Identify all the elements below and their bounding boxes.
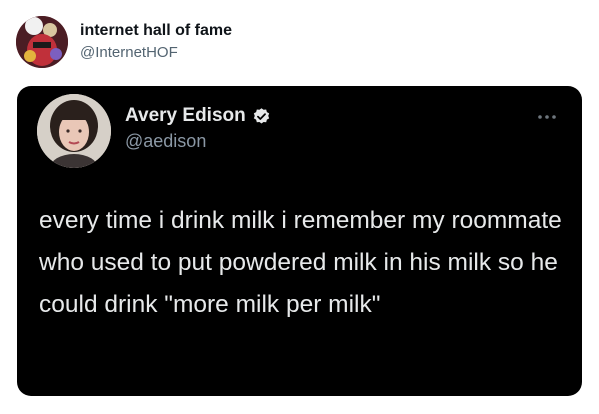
tweet-text: every time i drink milk i remember my ro… (39, 207, 562, 318)
outer-avatar[interactable] (16, 16, 68, 68)
inner-avatar[interactable] (37, 94, 111, 168)
inner-name-row: Avery Edison (125, 104, 271, 128)
outer-post-header: internet hall of fame @InternetHOF (16, 16, 576, 70)
inner-display-name[interactable]: Avery Edison (125, 105, 246, 127)
outer-handle[interactable]: @InternetHOF (80, 44, 178, 61)
inner-handle[interactable]: @aedison (125, 131, 206, 152)
embedded-tweet-card: Avery Edison @aedison every time i drink… (17, 86, 582, 396)
more-dots-icon[interactable] (536, 108, 558, 119)
inner-avatar-image (37, 94, 111, 168)
verified-badge-icon (252, 107, 271, 126)
outer-avatar-image (16, 16, 68, 68)
outer-display-name[interactable]: internet hall of fame (80, 22, 232, 40)
